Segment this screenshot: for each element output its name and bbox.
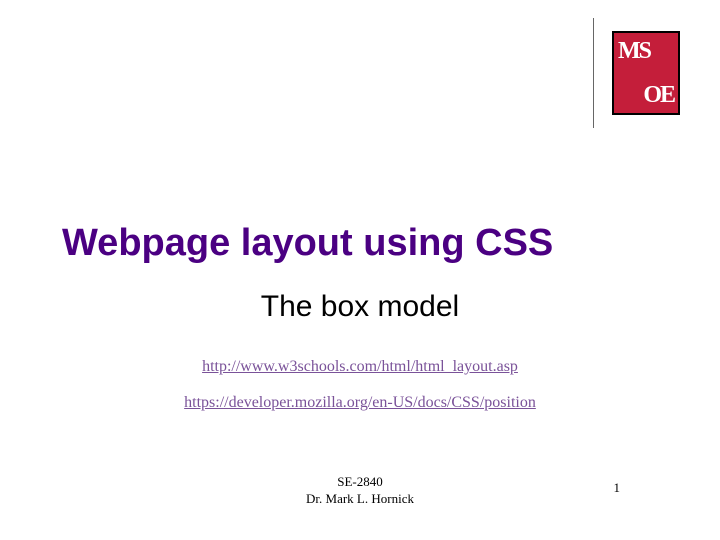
reference-links: http://www.w3schools.com/html/html_layou… — [0, 350, 720, 430]
logo-text-top: MS — [618, 39, 650, 63]
footer-info: SE-2840 Dr. Mark L. Hornick — [0, 474, 720, 508]
link-mdn[interactable]: https://developer.mozilla.org/en-US/docs… — [0, 394, 720, 412]
logo-text-bottom: OE — [643, 83, 674, 107]
footer-author: Dr. Mark L. Hornick — [0, 491, 720, 508]
logo-divider — [593, 18, 594, 128]
link-w3schools[interactable]: http://www.w3schools.com/html/html_layou… — [0, 358, 720, 376]
slide-subtitle: The box model — [0, 290, 720, 324]
msoe-logo: MS OE — [612, 31, 680, 115]
footer-course: SE-2840 — [0, 474, 720, 491]
logo-area: MS OE — [593, 18, 680, 128]
slide-title: Webpage layout using CSS — [62, 222, 553, 265]
page-number: 1 — [614, 480, 621, 496]
